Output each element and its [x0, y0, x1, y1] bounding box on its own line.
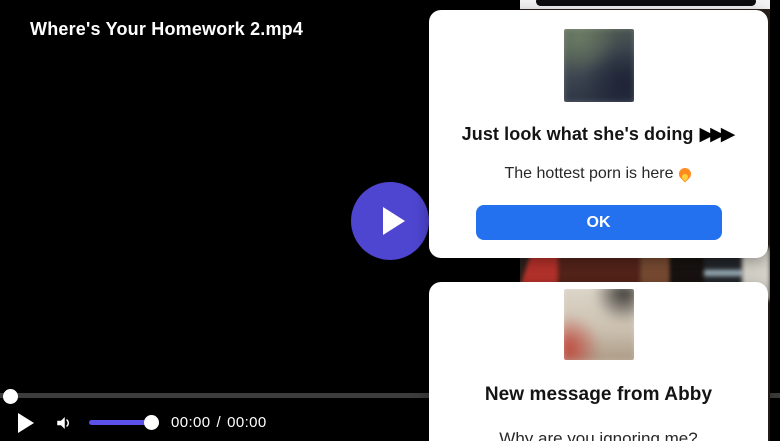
video-title: Where's Your Homework 2.mp4	[30, 19, 303, 40]
play-icon	[18, 413, 34, 433]
offer-heading: Just look what she's doing ▶▶▶	[429, 123, 768, 146]
play-button[interactable]	[18, 412, 36, 434]
popup-offer-dialog: Just look what she's doing ▶▶▶ The hotte…	[429, 10, 768, 258]
big-play-button[interactable]	[351, 182, 429, 260]
offer-heading-text: Just look what she's doing	[462, 124, 694, 145]
triple-arrow-icon: ▶▶▶	[700, 123, 736, 146]
time-display: 00:00 / 00:00	[171, 414, 267, 431]
time-separator: /	[217, 414, 222, 431]
duration-time: 00:00	[227, 414, 267, 431]
volume-icon[interactable]	[55, 414, 73, 432]
progress-handle[interactable]	[3, 389, 18, 404]
message-subtext: Why are you ignoring me?	[429, 429, 768, 441]
message-thumbnail[interactable]	[564, 289, 634, 360]
fire-emoji-icon	[678, 166, 692, 182]
message-heading: New message from Abby	[429, 384, 768, 406]
offer-subtext-text: The hottest porn is here	[505, 165, 674, 183]
volume-slider[interactable]	[89, 420, 151, 425]
ad-video-top-edge	[536, 0, 756, 6]
current-time: 00:00	[171, 414, 211, 431]
video-controls: 00:00 / 00:00	[0, 404, 430, 441]
offer-subtext: The hottest porn is here	[429, 165, 768, 183]
offer-thumbnail[interactable]	[564, 29, 634, 102]
ok-button[interactable]: OK	[476, 205, 722, 240]
volume-handle[interactable]	[144, 415, 159, 430]
play-icon	[383, 207, 405, 235]
popup-message-dialog: New message from Abby Why are you ignori…	[429, 282, 768, 441]
